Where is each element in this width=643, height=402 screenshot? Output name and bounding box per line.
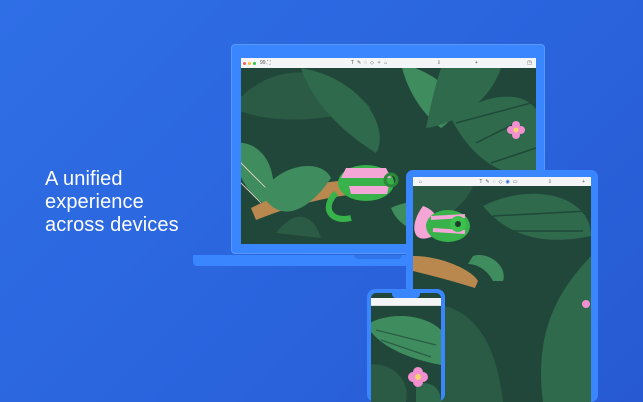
headline-line-1: A unified xyxy=(45,168,123,190)
laptop-toolbar-left-label[interactable]: 99 ⛶ xyxy=(260,60,270,66)
lasso-tool-icon[interactable]: ◌ xyxy=(493,179,496,185)
marketing-headline: A unified experience across devices xyxy=(45,168,179,237)
add-icon[interactable]: + xyxy=(475,60,478,66)
close-window-icon[interactable] xyxy=(243,61,246,65)
text-tool-icon[interactable]: T xyxy=(351,60,354,66)
home-icon[interactable]: ⌂ xyxy=(419,179,422,185)
pen-tool-icon[interactable]: ✎ xyxy=(485,179,489,185)
text-tool-icon[interactable]: T xyxy=(479,179,482,185)
shape-tool-icon[interactable]: ◇ xyxy=(370,60,374,66)
export-icon[interactable]: ⇩ xyxy=(548,179,552,185)
layers-tool-icon[interactable]: ▭ xyxy=(513,179,518,185)
zoom-window-icon[interactable] xyxy=(253,61,256,65)
minimize-window-icon[interactable] xyxy=(248,61,251,65)
export-icon[interactable]: ⇩ xyxy=(437,60,441,66)
laptop-notch xyxy=(354,255,402,259)
add-icon[interactable]: + xyxy=(582,179,585,185)
phone-screen xyxy=(371,293,441,402)
jungle-artwork xyxy=(371,305,441,402)
headline-line-2: experience xyxy=(45,191,144,213)
shape-tool-icon[interactable]: ◇ xyxy=(499,179,503,185)
color-picker-icon[interactable]: ◉ xyxy=(505,179,509,185)
layers-icon[interactable]: ◳ xyxy=(527,60,532,66)
phone-artwork-canvas[interactable] xyxy=(371,305,441,402)
phone-notch xyxy=(392,293,420,298)
fill-tool-icon[interactable]: ⌂ xyxy=(384,60,387,66)
pen-tool-icon[interactable]: ✎ xyxy=(357,60,361,66)
headline-line-3: across devices xyxy=(45,214,179,236)
phone-toolbar xyxy=(371,298,441,306)
lasso-tool-icon[interactable]: ◌ xyxy=(364,60,367,66)
flower-icon xyxy=(582,300,590,308)
effects-tool-icon[interactable]: ✧ xyxy=(377,60,381,66)
